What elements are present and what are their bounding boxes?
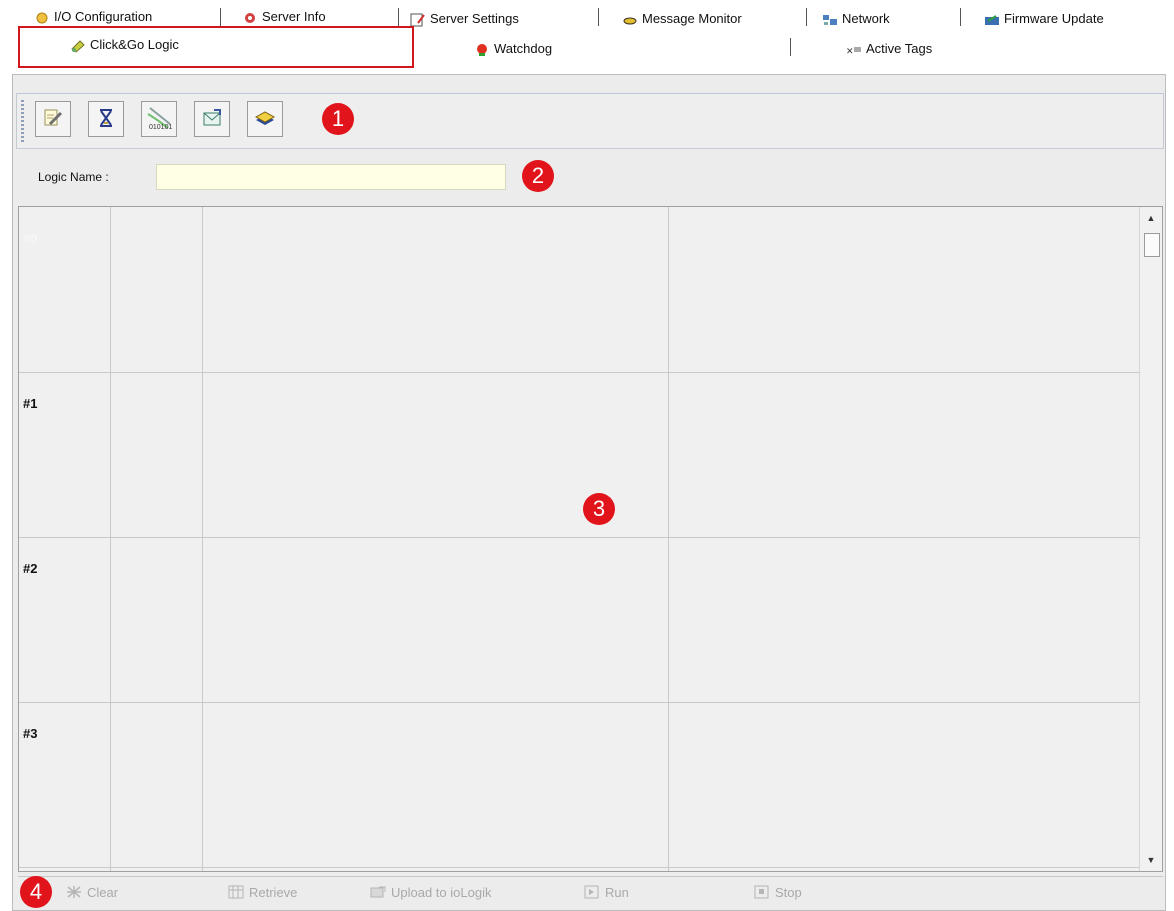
- row-label: #0: [23, 231, 38, 246]
- network-icon: [822, 12, 838, 26]
- grid-column-line: [110, 207, 111, 871]
- upload-icon: [370, 885, 386, 899]
- tab-separator: [960, 8, 961, 26]
- grid-column-line: [202, 207, 203, 871]
- callout-badge: 2: [522, 160, 554, 192]
- tab-strip: I/O Configuration Server Info Server Set…: [0, 0, 1174, 74]
- tab-separator: [806, 8, 807, 26]
- toolbar-grip[interactable]: [21, 100, 24, 142]
- row-label: #3: [23, 726, 38, 741]
- binary-signal-text: 010101: [149, 124, 173, 131]
- binary-signal-button[interactable]: 010101: [141, 101, 177, 137]
- stop-icon: [754, 885, 770, 899]
- binary-signal-icon: 010101: [144, 104, 174, 134]
- tab-io-configuration[interactable]: I/O Configuration: [34, 6, 152, 28]
- retrieve-icon: [228, 885, 244, 899]
- scroll-up-arrow-icon[interactable]: ▲: [1140, 209, 1162, 227]
- hourglass-icon: [95, 107, 117, 132]
- retrieve-button[interactable]: Retrieve: [228, 882, 297, 902]
- tab-separator: [398, 8, 399, 26]
- module-button[interactable]: [247, 101, 283, 137]
- message-button[interactable]: [194, 101, 230, 137]
- edit-button[interactable]: [35, 101, 71, 137]
- server-info-icon: [242, 10, 258, 24]
- row-label: #1: [23, 396, 38, 411]
- clear-icon: [66, 885, 82, 899]
- logic-name-input[interactable]: [156, 164, 506, 190]
- clear-button[interactable]: Clear: [66, 882, 118, 902]
- logic-action-bar: Clear Retrieve Upload to ioLogik Run Sto…: [18, 876, 1163, 906]
- scroll-down-arrow-icon[interactable]: ▼: [1140, 851, 1162, 869]
- timer-button[interactable]: [88, 101, 124, 137]
- svg-text:✕: ✕: [846, 46, 854, 56]
- callout-badge: 3: [583, 493, 615, 525]
- logic-name-label: Logic Name :: [38, 170, 109, 184]
- tab-separator: [220, 8, 221, 26]
- envelope-icon: [201, 107, 223, 132]
- firmware-update-icon: [984, 12, 1000, 26]
- grid-row-line: [19, 537, 1162, 538]
- run-icon: [584, 885, 600, 899]
- tab-active-tags[interactable]: ✕ Active Tags: [846, 38, 932, 60]
- tab-watchdog[interactable]: Watchdog: [474, 38, 552, 60]
- io-config-icon: [34, 10, 50, 24]
- stop-button[interactable]: Stop: [754, 882, 802, 902]
- callout-badge: 1: [322, 103, 354, 135]
- callout-badge: 4: [20, 876, 52, 908]
- tab-message-monitor[interactable]: Message Monitor: [622, 8, 742, 30]
- grid-row-line: [19, 702, 1162, 703]
- tab-server-info[interactable]: Server Info: [242, 6, 326, 28]
- upload-button[interactable]: Upload to ioLogik: [370, 882, 491, 902]
- logic-toolbar: 010101 1: [16, 93, 1164, 149]
- row-label: #2: [23, 561, 38, 576]
- hardware-module-icon: [254, 107, 276, 132]
- edit-icon: [42, 107, 64, 132]
- tab-separator: [598, 8, 599, 26]
- scroll-thumb[interactable]: [1144, 233, 1160, 257]
- tab-server-settings[interactable]: Server Settings: [410, 8, 519, 30]
- tab-firmware-update[interactable]: Firmware Update: [984, 8, 1104, 30]
- active-tags-icon: ✕: [846, 42, 862, 56]
- grid-row-line: [19, 372, 1162, 373]
- selected-tab-highlight: [18, 26, 414, 68]
- watchdog-icon: [474, 42, 490, 56]
- tab-separator: [790, 38, 791, 56]
- grid-scrollbar[interactable]: ▲ ▼: [1139, 207, 1162, 871]
- grid-row-line: [19, 867, 1162, 868]
- logic-name-row: Logic Name : 2: [16, 155, 1164, 199]
- server-settings-icon: [410, 12, 426, 27]
- grid-column-line: [668, 207, 669, 871]
- run-button[interactable]: Run: [584, 882, 629, 902]
- message-monitor-icon: [622, 12, 638, 26]
- logic-rule-grid[interactable]: #0 #1 #2 #3 3 ▲ ▼: [18, 206, 1163, 872]
- tab-network[interactable]: Network: [822, 8, 890, 30]
- logic-panel: 010101 1 Logic Name : 2 #0 #1 #2 #3 3 ▲ …: [12, 74, 1166, 911]
